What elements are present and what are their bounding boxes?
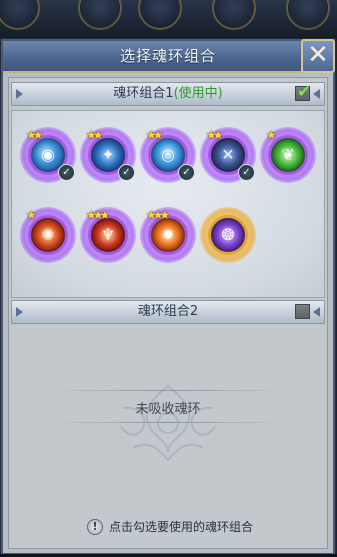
set-2-empty-area: 未吸收魂环: [11, 330, 325, 510]
star-rating-icon: ★★: [26, 128, 43, 142]
soul-ring-slot[interactable]: ❂: [200, 207, 256, 263]
set-2-checkbox[interactable]: [295, 304, 310, 319]
set-1-checkbox[interactable]: ✔: [295, 82, 311, 102]
warning-icon: !: [86, 518, 103, 535]
set-1-status: (使用中): [173, 86, 223, 101]
set-1-rings-panel: ◉ ★★ ✓ ✦ ★★ ✓ ◎ ★★ ✓ ✕ ★★ ✓ ❦ ★ ✺ ★ ♆ ★★★ ✹ ★★★ ❂: [11, 110, 325, 298]
star-rating-icon: ★: [266, 128, 277, 142]
close-button[interactable]: ✕: [301, 39, 335, 73]
soul-ring-set-dialog: 选择魂环组合 ✕ 魂环组合1(使用中) ✔ ◉ ★★ ✓ ✦ ★★ ✓ ◎ ★★ ✓ ✕ ★★ ✓ ❦ ★…: [1, 39, 335, 555]
set-2-label: 魂环组合2: [137, 304, 199, 319]
hud-medallion-icon: [78, 0, 122, 30]
absorbed-badge-icon: ✓: [178, 164, 195, 181]
set-1-header[interactable]: 魂环组合1(使用中) ✔: [11, 82, 325, 106]
soul-ring-slot[interactable]: ◎ ★★ ✓: [140, 127, 196, 183]
soul-ring-slot[interactable]: ✺ ★: [20, 207, 76, 263]
absorbed-badge-icon: ✓: [238, 164, 255, 181]
dialog-body: 魂环组合1(使用中) ✔ ◉ ★★ ✓ ✦ ★★ ✓ ◎ ★★ ✓ ✕ ★★ ✓ ❦ ★ ✺ ★ ♆ ★★★ ✹ ★★…: [8, 77, 328, 549]
decorative-emblem-icon: [120, 385, 216, 462]
hud-medallion-icon: [0, 0, 40, 30]
soul-ring-slot[interactable]: ✕ ★★ ✓: [200, 127, 256, 183]
hint-bar: ! 点击勾选要使用的魂环组合: [3, 518, 337, 535]
checkmark-icon: ✔: [297, 82, 312, 102]
hud-medallion-icon: [212, 0, 256, 30]
ring-symbol: ✺: [41, 225, 55, 244]
star-rating-icon: ★★★: [146, 208, 170, 222]
soul-ring-slot[interactable]: ❦ ★: [260, 127, 316, 183]
ring-symbol: ♆: [100, 225, 116, 244]
header-ornament-right-icon: [313, 89, 320, 99]
divider-line: [47, 390, 291, 391]
soul-ring-slot[interactable]: ✹ ★★★: [140, 207, 196, 263]
flame-tentacle-icon: ✺: [28, 215, 68, 255]
header-ornament-left-icon: [16, 307, 23, 317]
ring-symbol: ❂: [221, 225, 235, 244]
absorbed-badge-icon: ✓: [58, 164, 75, 181]
set-2-header[interactable]: 魂环组合2: [11, 300, 325, 324]
purple-dragon-icon: ❂: [208, 215, 248, 255]
ring-symbol: ✹: [161, 225, 175, 244]
header-ornament-right-icon: [313, 307, 320, 317]
set-2-empty-text: 未吸收魂环: [135, 402, 201, 417]
hint-text: 点击勾选要使用的魂环组合: [108, 520, 253, 534]
ring-symbol: ❦: [281, 145, 295, 164]
set-1-name: 魂环组合1: [113, 86, 174, 101]
absorbed-badge-icon: ✓: [118, 164, 135, 181]
star-rating-icon: ★★: [146, 128, 163, 142]
star-rating-icon: ★: [26, 208, 37, 222]
dialog-title: 选择魂环组合: [119, 47, 216, 65]
divider-line: [47, 422, 291, 423]
star-rating-icon: ★★: [206, 128, 223, 142]
set-1-label: 魂环组合1(使用中): [113, 86, 222, 101]
star-rating-icon: ★★★: [86, 208, 110, 222]
background-hud-strip: [0, 0, 337, 40]
soul-ring-slot[interactable]: ◉ ★★ ✓: [20, 127, 76, 183]
soul-ring-slot[interactable]: ♆ ★★★: [80, 207, 136, 263]
dialog-titlebar: 选择魂环组合: [3, 41, 333, 73]
green-leaf-icon: ❦: [268, 135, 308, 175]
close-icon: ✕: [307, 40, 329, 70]
hud-medallion-icon: [286, 0, 330, 30]
soul-ring-slot[interactable]: ✦ ★★ ✓: [80, 127, 136, 183]
hud-medallion-icon: [138, 0, 182, 30]
header-ornament-left-icon: [16, 89, 23, 99]
star-rating-icon: ★★: [86, 128, 103, 142]
